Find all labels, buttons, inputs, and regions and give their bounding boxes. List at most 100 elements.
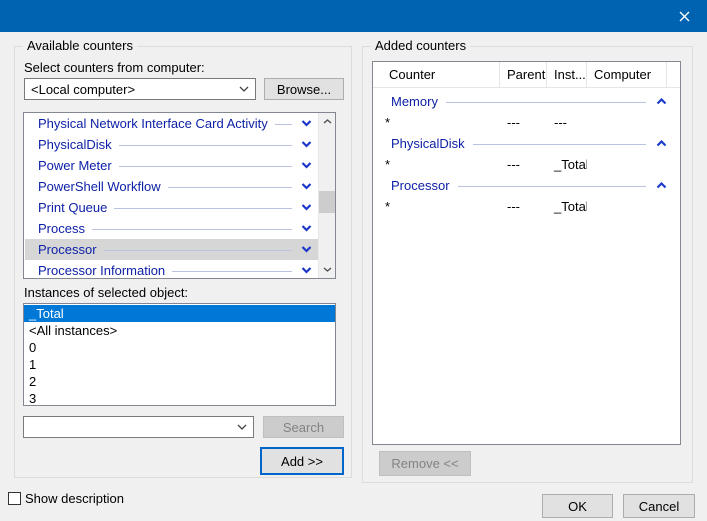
counter-row[interactable]: Print Queue	[25, 197, 318, 218]
chevron-up-icon[interactable]	[656, 182, 667, 189]
table-row[interactable]: * --- _Total	[373, 196, 680, 217]
instances-label: Instances of selected object:	[24, 285, 188, 300]
counter-name: Physical Network Interface Card Activity	[38, 116, 268, 131]
chevron-down-icon[interactable]	[301, 120, 312, 127]
cancel-button-label: Cancel	[639, 499, 679, 514]
browse-button-label: Browse...	[277, 82, 331, 97]
ok-button[interactable]: OK	[542, 494, 613, 518]
column-header-parent[interactable]: Parent	[500, 62, 547, 87]
counter-row[interactable]: Power Meter	[25, 155, 318, 176]
scroll-down-icon[interactable]	[319, 261, 336, 278]
computer-combobox-value: <Local computer>	[25, 82, 233, 97]
added-counters-group-label: Added counters	[371, 38, 470, 53]
counter-name: Power Meter	[38, 158, 112, 173]
leader-line	[168, 187, 292, 188]
table-body: Memory * --- --- PhysicalDisk * --- _Tot…	[373, 88, 680, 217]
counter-row[interactable]: Physical Network Interface Card Activity	[25, 113, 318, 134]
add-button[interactable]: Add >>	[260, 447, 344, 475]
column-header-computer[interactable]: Computer	[587, 62, 667, 87]
scroll-up-icon[interactable]	[319, 113, 336, 130]
leader-line	[92, 229, 292, 230]
remove-button[interactable]: Remove <<	[379, 451, 471, 476]
search-button-label: Search	[283, 420, 324, 435]
instance-item[interactable]: 2	[24, 373, 335, 390]
available-counters-group-label: Available counters	[23, 38, 137, 53]
scrollbar-thumb[interactable]	[319, 191, 336, 213]
leader-line	[473, 144, 646, 145]
counter-row-selected[interactable]: Processor	[25, 239, 318, 260]
chevron-down-icon[interactable]	[231, 424, 253, 430]
counter-name: Print Queue	[38, 200, 107, 215]
instance-item[interactable]: 0	[24, 339, 335, 356]
instances-list[interactable]: _Total <All instances> 0 1 2 3	[23, 303, 336, 406]
leader-line	[275, 124, 292, 125]
select-counters-label: Select counters from computer:	[24, 60, 205, 75]
counters-rows: Physical Network Interface Card Activity…	[25, 113, 318, 279]
group-name: Processor	[391, 178, 450, 193]
leader-line	[104, 250, 292, 251]
instance-item[interactable]: <All instances>	[24, 322, 335, 339]
add-button-label: Add >>	[281, 454, 323, 469]
leader-line	[172, 271, 292, 272]
chevron-down-icon[interactable]	[301, 183, 312, 190]
close-button[interactable]	[662, 0, 707, 32]
counter-name: Processor	[38, 242, 97, 257]
chevron-down-icon[interactable]	[301, 162, 312, 169]
close-icon	[679, 11, 690, 22]
counters-scrollbar[interactable]	[318, 113, 335, 278]
cancel-button[interactable]: Cancel	[623, 494, 695, 518]
group-name: PhysicalDisk	[391, 136, 465, 151]
leader-line	[446, 102, 646, 103]
counter-name: PhysicalDisk	[38, 137, 112, 152]
search-button[interactable]: Search	[263, 416, 344, 438]
added-counters-table[interactable]: Counter Parent Inst... Computer Memory *…	[372, 61, 681, 445]
cell-counter: *	[373, 157, 500, 172]
counters-list[interactable]: Physical Network Interface Card Activity…	[23, 112, 336, 279]
table-row[interactable]: * --- ---	[373, 112, 680, 133]
counter-row[interactable]: Processor Information	[25, 260, 318, 279]
counter-group-header[interactable]: Memory	[373, 91, 680, 112]
column-header-instance[interactable]: Inst...	[547, 62, 587, 87]
chevron-up-icon[interactable]	[656, 98, 667, 105]
counter-name: Processor Information	[38, 263, 165, 278]
search-combobox[interactable]	[23, 416, 254, 438]
ok-button-label: OK	[568, 499, 587, 514]
instance-item[interactable]: 1	[24, 356, 335, 373]
instance-item-selected[interactable]: _Total	[24, 305, 335, 322]
chevron-down-icon[interactable]	[301, 246, 312, 253]
remove-button-label: Remove <<	[391, 456, 458, 471]
counter-row[interactable]: PowerShell Workflow	[25, 176, 318, 197]
chevron-down-icon[interactable]	[301, 141, 312, 148]
counter-name: PowerShell Workflow	[38, 179, 161, 194]
computer-combobox[interactable]: <Local computer>	[24, 78, 256, 100]
cell-instance: ---	[547, 115, 587, 130]
cell-counter: *	[373, 115, 500, 130]
counter-row[interactable]: Process	[25, 218, 318, 239]
leader-line	[119, 145, 292, 146]
cell-parent: ---	[500, 199, 547, 214]
chevron-up-icon[interactable]	[656, 140, 667, 147]
browse-button[interactable]: Browse...	[264, 78, 344, 100]
leader-line	[458, 186, 646, 187]
show-description-checkbox[interactable]	[8, 492, 21, 505]
chevron-down-icon[interactable]	[233, 86, 255, 92]
cell-instance: _Total	[547, 199, 587, 214]
cell-parent: ---	[500, 157, 547, 172]
add-counters-dialog: Available counters Select counters from …	[0, 0, 707, 521]
chevron-down-icon[interactable]	[301, 204, 312, 211]
counter-group-header[interactable]: Processor	[373, 175, 680, 196]
chevron-down-icon[interactable]	[301, 267, 312, 274]
cell-instance: _Total	[547, 157, 587, 172]
leader-line	[119, 166, 292, 167]
table-row[interactable]: * --- _Total	[373, 154, 680, 175]
column-header-counter[interactable]: Counter	[373, 62, 500, 87]
counter-group-header[interactable]: PhysicalDisk	[373, 133, 680, 154]
group-name: Memory	[391, 94, 438, 109]
table-header: Counter Parent Inst... Computer	[373, 62, 680, 88]
counter-name: Process	[38, 221, 85, 236]
instance-item[interactable]: 3	[24, 390, 335, 406]
cell-counter: *	[373, 199, 500, 214]
leader-line	[114, 208, 292, 209]
chevron-down-icon[interactable]	[301, 225, 312, 232]
counter-row[interactable]: PhysicalDisk	[25, 134, 318, 155]
